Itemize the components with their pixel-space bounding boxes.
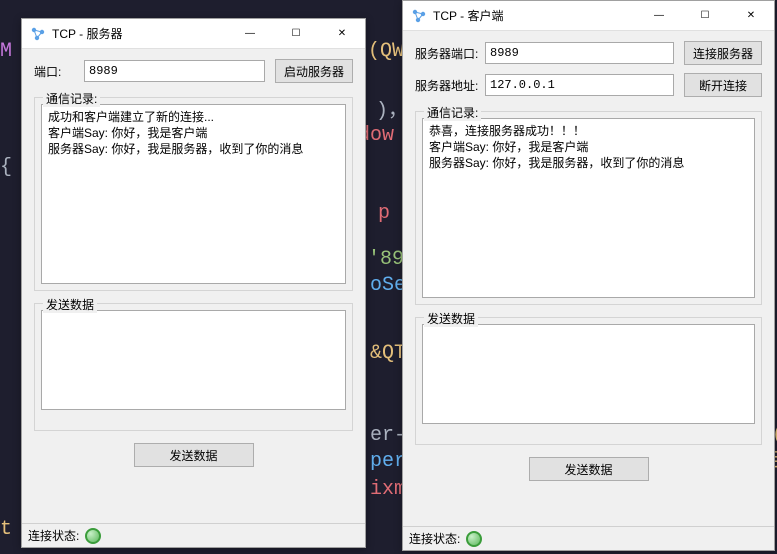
server-port-label: 服务器端口:: [415, 45, 485, 62]
server-addr-label: 服务器地址:: [415, 77, 485, 94]
client-send-input[interactable]: [422, 324, 755, 424]
port-input[interactable]: [84, 60, 265, 82]
client-title: TCP - 客户端: [433, 7, 636, 24]
client-send-button[interactable]: 发送数据: [529, 457, 649, 481]
status-label: 连接状态:: [28, 527, 79, 544]
log-groupbox: 通信记录: 成功和客户端建立了新的连接... 客户端Say: 你好，我是客户端 …: [34, 97, 353, 291]
connection-status-icon: [466, 531, 482, 547]
bg-code-fragment: t: [0, 512, 12, 548]
bg-code-fragment: ixm: [370, 472, 406, 508]
send-group-label: 发送数据: [424, 310, 478, 327]
port-label: 端口:: [34, 63, 84, 80]
server-titlebar[interactable]: TCP - 服务器 — ☐ ✕: [22, 19, 365, 49]
maximize-button[interactable]: ☐: [682, 1, 728, 30]
server-statusbar: 连接状态:: [22, 523, 365, 547]
start-server-button[interactable]: 启动服务器: [275, 59, 353, 83]
maximize-button[interactable]: ☐: [273, 19, 319, 48]
connect-server-button[interactable]: 连接服务器: [684, 41, 762, 65]
close-button[interactable]: ✕: [319, 19, 365, 48]
bg-code-fragment: M: [0, 34, 12, 70]
window-controls: — ☐ ✕: [636, 1, 774, 30]
server-log[interactable]: 成功和客户端建立了新的连接... 客户端Say: 你好，我是客户端 服务器Say…: [41, 104, 346, 284]
server-title: TCP - 服务器: [52, 25, 227, 42]
server-send-input[interactable]: [41, 310, 346, 410]
client-statusbar: 连接状态:: [403, 526, 774, 550]
client-window: TCP - 客户端 — ☐ ✕ 服务器端口: 连接服务器 服务器地址: 断开连接…: [402, 0, 775, 551]
bg-code-fragment: oSe: [370, 268, 406, 304]
client-client-area: 服务器端口: 连接服务器 服务器地址: 断开连接 通信记录: 恭喜，连接服务器成…: [403, 31, 774, 526]
disconnect-button[interactable]: 断开连接: [684, 73, 762, 97]
client-titlebar[interactable]: TCP - 客户端 — ☐ ✕: [403, 1, 774, 31]
connection-status-icon: [85, 528, 101, 544]
log-groupbox: 通信记录: 恭喜，连接服务器成功！！！ 客户端Say: 你好，我是客户端 服务器…: [415, 111, 762, 305]
server-port-input[interactable]: [485, 42, 674, 64]
bg-code-fragment: &QT: [370, 336, 406, 372]
log-group-label: 通信记录:: [43, 90, 100, 107]
bg-code-fragment: {: [0, 150, 12, 186]
close-button[interactable]: ✕: [728, 1, 774, 30]
minimize-button[interactable]: —: [227, 19, 273, 48]
send-groupbox: 发送数据: [415, 317, 762, 445]
app-icon: [411, 8, 427, 24]
server-window: TCP - 服务器 — ☐ ✕ 端口: 启动服务器 通信记录: 成功和客户端建立…: [21, 18, 366, 548]
bg-code-fragment: p: [378, 196, 390, 232]
bg-code-fragment: (QW: [368, 34, 404, 70]
send-group-label: 发送数据: [43, 296, 97, 313]
client-log[interactable]: 恭喜，连接服务器成功！！！ 客户端Say: 你好，我是客户端 服务器Say: 你…: [422, 118, 755, 298]
log-group-label: 通信记录:: [424, 104, 481, 121]
status-label: 连接状态:: [409, 530, 460, 547]
send-groupbox: 发送数据: [34, 303, 353, 431]
app-icon: [30, 26, 46, 42]
minimize-button[interactable]: —: [636, 1, 682, 30]
server-send-button[interactable]: 发送数据: [134, 443, 254, 467]
server-client-area: 端口: 启动服务器 通信记录: 成功和客户端建立了新的连接... 客户端Say:…: [22, 49, 365, 523]
server-addr-input[interactable]: [485, 74, 674, 96]
window-controls: — ☐ ✕: [227, 19, 365, 48]
